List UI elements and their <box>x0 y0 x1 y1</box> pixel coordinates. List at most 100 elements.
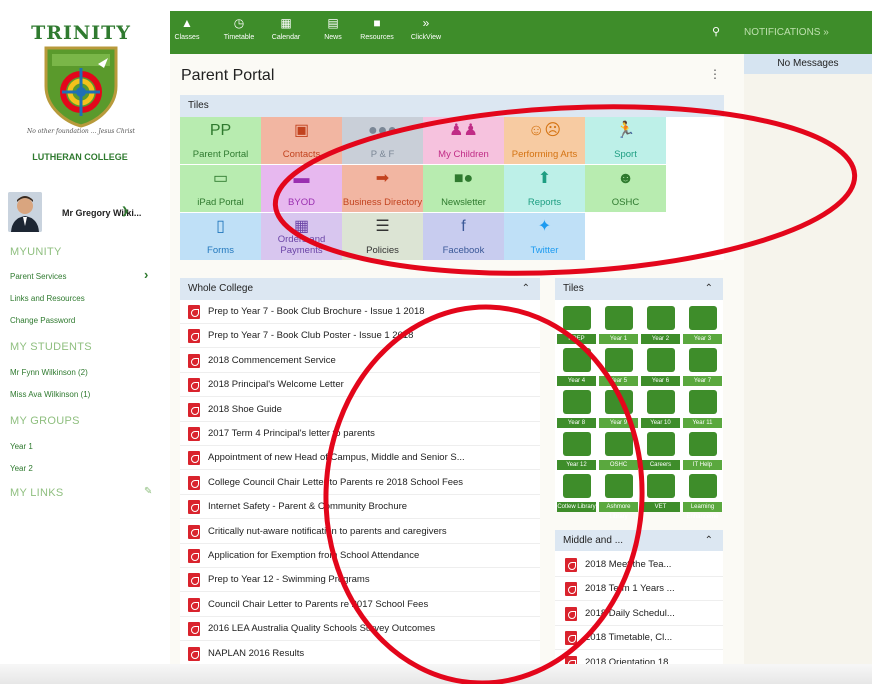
chevron-up-icon[interactable]: ⌃ <box>705 530 713 552</box>
sidebar-item-links-resources[interactable]: Links and Resources <box>10 294 85 303</box>
year-tile-4[interactable]: Year 4 <box>557 346 596 387</box>
document-title: 2018 Term 1 Years ... <box>585 583 675 595</box>
year-tile-6[interactable]: Year 6 <box>641 346 680 387</box>
document-row[interactable]: Prep to Year 7 - Book Club Brochure - Is… <box>180 300 540 324</box>
middle-header[interactable]: Middle and ... ⌃ <box>555 530 723 552</box>
year-tiles-header[interactable]: Tiles ⌃ <box>555 278 723 300</box>
document-title: Application for Exemption from School At… <box>208 550 420 561</box>
nav-calendar[interactable]: ▦ Calendar <box>268 11 304 54</box>
college-logo[interactable]: TRINITY No other foundation ... Jesus Ch… <box>26 22 136 152</box>
year-tile-2[interactable]: Year 2 <box>641 304 680 345</box>
document-row[interactable]: Critically nut-aware notification to par… <box>180 520 540 544</box>
year-tile-8[interactable]: Year 8 <box>557 388 596 429</box>
nav-clickview[interactable]: » ClickView <box>406 11 446 54</box>
document-row[interactable]: Prep to Year 12 - Swimming Programs <box>180 568 540 593</box>
tile-6[interactable]: ▭ iPad Portal <box>180 165 261 212</box>
document-row[interactable]: 2016 LEA Australia Quality Schools Surve… <box>180 617 540 642</box>
year-tile-label: Learning Enhanceme <box>683 502 722 520</box>
document-row[interactable]: College Council Chair Letter to Parents … <box>180 471 540 495</box>
year-tile-5[interactable]: Year 5 <box>599 346 638 387</box>
sidebar-item-year-1[interactable]: Year 1 <box>10 442 33 451</box>
tile-1[interactable]: ▣ Contacts <box>261 117 342 164</box>
whole-college-title: Whole College <box>188 283 254 294</box>
sidebar-item-student-fynn[interactable]: Mr Fynn Wilkinson (2) <box>10 368 88 377</box>
document-row[interactable]: Internet Safety - Parent & Community Bro… <box>180 495 540 520</box>
nav-timetable[interactable]: ◷ Timetable <box>220 11 258 54</box>
middle-document-row[interactable]: 2018 Term 1 Years ... <box>555 577 723 602</box>
pdf-icon <box>188 451 200 466</box>
year-tile-14[interactable]: Careers <box>641 430 680 471</box>
tile-label: Facebook <box>442 245 485 256</box>
year-tile-3[interactable]: Year 3 <box>683 304 722 345</box>
document-row[interactable]: 2018 Shoe Guide <box>180 398 540 422</box>
sidebar-item-year-2[interactable]: Year 2 <box>10 464 33 473</box>
tile-13[interactable]: ▦ Orders and Payments <box>261 213 342 260</box>
tile-10[interactable]: ⬆ Reports <box>504 165 585 212</box>
sidebar-item-student-ava[interactable]: Miss Ava Wilkinson (1) <box>10 390 90 399</box>
tile-4[interactable]: ☺☹ Performing Arts <box>504 117 585 164</box>
middle-document-row[interactable]: 2018 Timetable, Cl... <box>555 626 723 651</box>
tile-11[interactable]: ☻ OSHC <box>585 165 666 212</box>
year-tile-13[interactable]: OSHC <box>599 430 638 471</box>
chevron-up-icon[interactable]: ⌃ <box>522 278 530 300</box>
tile-3[interactable]: ♟♟ My Children <box>423 117 504 164</box>
sidebar-item-change-password[interactable]: Change Password <box>10 316 75 325</box>
year-tiles-grid: PREP Year 1 Year 2 Year 3 Year 4 Year 5 Year 6… <box>555 300 723 520</box>
tile-2[interactable]: ●●● P & F <box>342 117 423 164</box>
year-tile-0[interactable]: PREP <box>557 304 596 345</box>
tile-0[interactable]: PP Parent Portal <box>180 117 261 164</box>
tiles-panel-header[interactable]: Tiles <box>180 95 724 117</box>
kebab-menu-icon[interactable]: ⋮ <box>709 67 721 81</box>
chevron-up-icon[interactable]: ⌃ <box>705 278 713 300</box>
pdf-icon <box>188 378 200 393</box>
middle-document-row[interactable]: 2018 Meet the Tea... <box>555 553 723 577</box>
document-row[interactable]: Prep to Year 7 - Book Club Poster - Issu… <box>180 324 540 349</box>
user-menu[interactable]: Mr Gregory Wilki... ❯ <box>8 192 158 232</box>
document-row[interactable]: NAPLAN 2016 Results <box>180 642 540 666</box>
tile-7[interactable]: ▬ BYOD <box>261 165 342 212</box>
document-row[interactable]: 2018 Commencement Service <box>180 349 540 373</box>
tile-12[interactable]: ▯ Forms <box>180 213 261 260</box>
newspaper-icon: ▤ <box>327 16 339 30</box>
year-tile-11[interactable]: Year 11 <box>683 388 722 429</box>
middle-document-row[interactable]: 2018 Daily Schedul... <box>555 602 723 626</box>
tile-icon: ▣ <box>293 122 310 139</box>
tile-5[interactable]: 🏃 Sport <box>585 117 666 164</box>
year-tile-10[interactable]: Year 10 <box>641 388 680 429</box>
year-tile-7[interactable]: Year 7 <box>683 346 722 387</box>
year-tile-18[interactable]: VET <box>641 472 680 513</box>
chevron-down-icon[interactable]: ❯ <box>121 206 129 217</box>
chevron-right-icon[interactable]: › <box>144 267 148 282</box>
tile-icon: ●●● <box>368 122 397 139</box>
year-tile-9[interactable]: Year 9 <box>599 388 638 429</box>
year-tile-12[interactable]: Year 12 <box>557 430 596 471</box>
tile-icon: ▯ <box>216 218 225 235</box>
pdf-icon <box>188 475 200 490</box>
sidebar-item-parent-services[interactable]: Parent Services <box>10 272 66 281</box>
tile-14[interactable]: ☰ Policies <box>342 213 423 260</box>
year-tile-15[interactable]: IT Help <box>683 430 722 471</box>
document-row[interactable]: 2018 Principal's Welcome Letter <box>180 373 540 398</box>
nav-classes[interactable]: ▲ Classes <box>174 11 200 54</box>
year-tile-16[interactable]: Cotlew Library <box>557 472 596 513</box>
sidebar: TRINITY No other foundation ... Jesus Ch… <box>0 0 160 684</box>
nav-news[interactable]: ▤ News <box>320 11 346 54</box>
nav-resources[interactable]: ■ Resources <box>354 11 400 54</box>
tile-8[interactable]: ➡ Business Directory <box>342 165 423 212</box>
year-tile-label: Year 9 <box>599 418 638 428</box>
tile-16[interactable]: ✦ Twitter <box>504 213 585 260</box>
tile-15[interactable]: f Facebook <box>423 213 504 260</box>
document-row[interactable]: Appointment of new Head of Campus, Middl… <box>180 446 540 471</box>
year-tile-19[interactable]: Learning Enhanceme <box>683 472 722 520</box>
whole-college-header[interactable]: Whole College ⌃ <box>180 278 540 300</box>
tile-9[interactable]: ■● Newsletter <box>423 165 504 212</box>
notifications-button[interactable]: NOTIFICATIONS » <box>736 11 848 54</box>
document-row[interactable]: Council Chair Letter to Parents re 2017 … <box>180 593 540 617</box>
pencil-icon[interactable]: ✎ <box>144 486 152 497</box>
year-tile-17[interactable]: Ashmore Library <box>599 472 638 520</box>
search-icon[interactable]: ⚲ <box>712 25 720 38</box>
document-row[interactable]: Application for Exemption from School At… <box>180 544 540 568</box>
year-tile-1[interactable]: Year 1 <box>599 304 638 345</box>
document-title: Prep to Year 7 - Book Club Brochure - Is… <box>208 306 425 317</box>
document-row[interactable]: 2017 Term 4 Principal's letter to parent… <box>180 422 540 446</box>
